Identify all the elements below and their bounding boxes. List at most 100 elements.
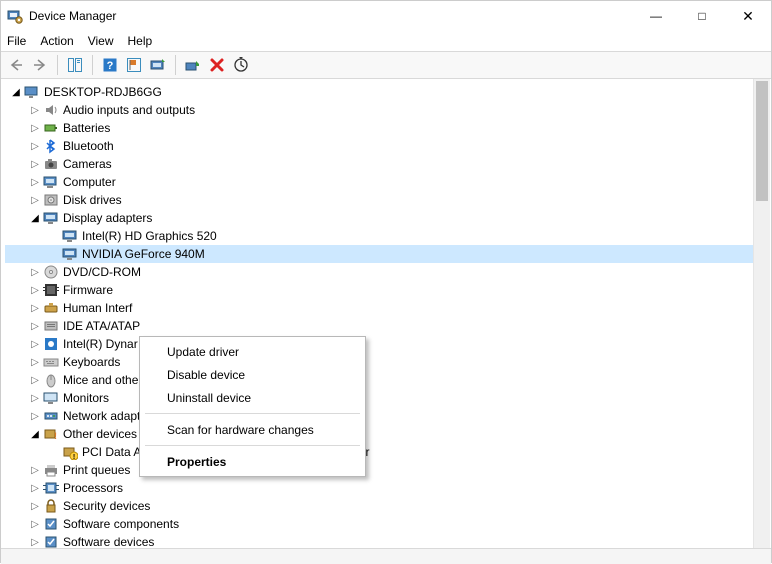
menu-help[interactable]: Help: [128, 34, 153, 48]
context-menu-separator: [145, 445, 360, 446]
menu-action[interactable]: Action: [40, 34, 73, 48]
app-icon: [7, 8, 23, 24]
tree-category[interactable]: ▷Cameras: [5, 155, 753, 173]
tree-category[interactable]: ▷Network adapters: [5, 407, 753, 425]
menu-view[interactable]: View: [88, 34, 114, 48]
tree-category[interactable]: ▷Audio inputs and outputs: [5, 101, 753, 119]
expand-icon[interactable]: ▷: [28, 121, 42, 135]
tree-item-label: Software devices: [63, 535, 154, 548]
tree-category[interactable]: ▷ Software components: [5, 515, 753, 533]
tree-item-label: Intel(R) HD Graphics 520: [82, 229, 217, 243]
tree-category[interactable]: ▷ Mice and othe: [5, 371, 753, 389]
tree-category[interactable]: ▷IDE ATA/ATAP: [5, 317, 753, 335]
expand-icon[interactable]: ▷: [28, 193, 42, 207]
context-menu-item[interactable]: Scan for hardware changes: [143, 418, 362, 441]
help-button[interactable]: ?: [99, 54, 121, 76]
expand-icon[interactable]: ▷: [28, 139, 42, 153]
tree-device[interactable]: ▷Intel(R) HD Graphics 520: [5, 227, 753, 245]
expand-icon[interactable]: ▷: [28, 517, 42, 531]
tree-category[interactable]: ▷ Intel(R) Dynar: [5, 335, 753, 353]
tree-device[interactable]: ▷!PCI Data Acquisition and Signal Proces…: [5, 443, 753, 461]
tree-category[interactable]: ▷Batteries: [5, 119, 753, 137]
tree-category[interactable]: ◢!Other devices: [5, 425, 753, 443]
expand-icon[interactable]: ▷: [28, 175, 42, 189]
context-menu-item[interactable]: Properties: [143, 450, 362, 473]
display-icon: [43, 210, 59, 226]
forward-button[interactable]: [29, 54, 51, 76]
display-icon: [62, 228, 78, 244]
security-icon: [43, 498, 59, 514]
tree-category[interactable]: ▷ Print queues: [5, 461, 753, 479]
expand-icon[interactable]: ▷: [28, 157, 42, 171]
expand-icon[interactable]: ▷: [28, 103, 42, 117]
tree-root[interactable]: ◢DESKTOP-RDJB6GG: [5, 83, 753, 101]
tree-item-label: Intel(R) Dynar: [63, 337, 138, 351]
context-menu-separator: [145, 413, 360, 414]
firmware-icon: [43, 282, 59, 298]
tree-item-label: Print queues: [63, 463, 130, 477]
expand-icon[interactable]: ▷: [28, 463, 42, 477]
update-driver-button[interactable]: [147, 54, 169, 76]
tree-category[interactable]: ▷ Software devices: [5, 533, 753, 548]
computer-icon: [43, 174, 59, 190]
toolbar-separator: [92, 55, 93, 75]
tree-category[interactable]: ▷DVD/CD-ROM: [5, 263, 753, 281]
context-menu-item[interactable]: Disable device: [143, 363, 362, 386]
other-icon: !: [43, 426, 59, 442]
collapse-icon[interactable]: ◢: [28, 427, 42, 441]
tree-category[interactable]: ▷Monitors: [5, 389, 753, 407]
audio-icon: [43, 102, 59, 118]
window-title: Device Manager: [29, 9, 633, 23]
tree-category[interactable]: ▷Disk drives: [5, 191, 753, 209]
tree-category[interactable]: ▷Keyboards: [5, 353, 753, 371]
menu-file[interactable]: File: [7, 34, 26, 48]
collapse-icon[interactable]: ◢: [28, 211, 42, 225]
action-flag-button[interactable]: [123, 54, 145, 76]
scan-hardware-button[interactable]: [230, 54, 252, 76]
scrollbar-thumb[interactable]: [756, 81, 768, 201]
expand-icon[interactable]: ▷: [28, 301, 42, 315]
close-button[interactable]: ✕: [725, 1, 771, 31]
tree-category[interactable]: ▷Processors: [5, 479, 753, 497]
expand-icon[interactable]: ▷: [28, 391, 42, 405]
expand-icon[interactable]: ▷: [28, 499, 42, 513]
minimize-button[interactable]: —: [633, 1, 679, 31]
device-tree[interactable]: ◢DESKTOP-RDJB6GG▷Audio inputs and output…: [1, 79, 753, 548]
tree-item-label: Mice and othe: [63, 373, 138, 387]
show-hide-button[interactable]: [64, 54, 86, 76]
expand-icon[interactable]: ▷: [28, 337, 42, 351]
tree-category[interactable]: ▷Firmware: [5, 281, 753, 299]
toolbar: ?: [1, 51, 771, 79]
tree-item-label: Human Interf: [63, 301, 132, 315]
context-menu-item[interactable]: Uninstall device: [143, 386, 362, 409]
tree-category[interactable]: ▷Security devices: [5, 497, 753, 515]
context-menu: Update driverDisable deviceUninstall dev…: [139, 336, 366, 477]
expand-icon[interactable]: ▷: [28, 319, 42, 333]
tree-device[interactable]: ▷NVIDIA GeForce 940M: [5, 245, 753, 263]
camera-icon: [43, 156, 59, 172]
tree-category[interactable]: ▷Computer: [5, 173, 753, 191]
collapse-icon[interactable]: ◢: [9, 85, 23, 99]
expand-icon[interactable]: ▷: [28, 265, 42, 279]
expand-icon[interactable]: ▷: [28, 535, 42, 548]
disk-icon: [43, 192, 59, 208]
svg-text:?: ?: [107, 60, 114, 72]
pc-root-icon: [24, 84, 40, 100]
expand-icon[interactable]: ▷: [28, 373, 42, 387]
context-menu-item[interactable]: Update driver: [143, 340, 362, 363]
expand-icon[interactable]: ▷: [28, 481, 42, 495]
expand-icon[interactable]: ▷: [28, 355, 42, 369]
tree-category[interactable]: ▷ Human Interf: [5, 299, 753, 317]
expand-icon[interactable]: ▷: [28, 409, 42, 423]
mouse-icon: [43, 372, 59, 388]
tree-category[interactable]: ▷Bluetooth: [5, 137, 753, 155]
tree-item-label: Software components: [63, 517, 179, 531]
enable-device-button[interactable]: [182, 54, 204, 76]
back-button[interactable]: [5, 54, 27, 76]
maximize-button[interactable]: □: [679, 1, 725, 31]
battery-icon: [43, 120, 59, 136]
expand-icon[interactable]: ▷: [28, 283, 42, 297]
uninstall-device-button[interactable]: [206, 54, 228, 76]
tree-category[interactable]: ◢Display adapters: [5, 209, 753, 227]
vertical-scrollbar[interactable]: [753, 79, 770, 548]
